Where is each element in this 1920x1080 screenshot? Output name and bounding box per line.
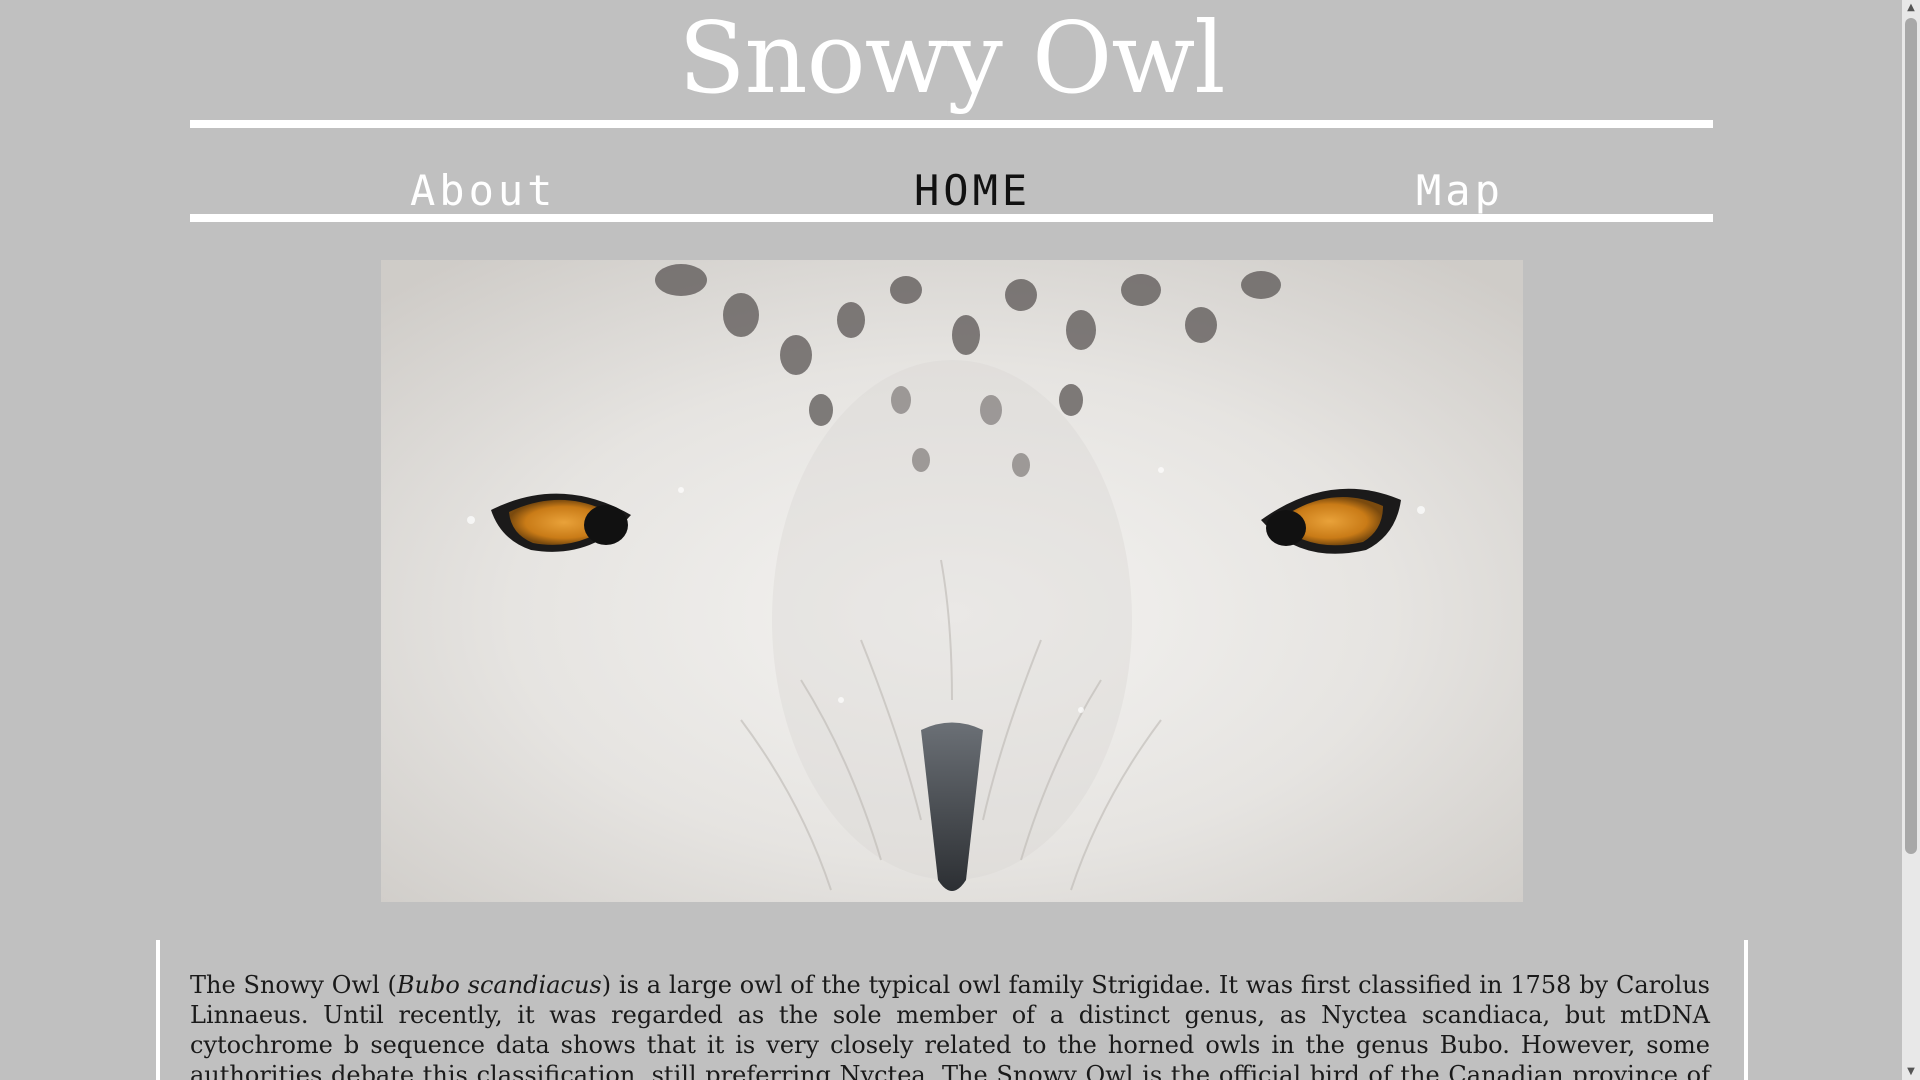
main-nav: About HOME Map bbox=[190, 128, 1713, 222]
intro-paragraph: The Snowy Owl (Bubo scandiacus) is a lar… bbox=[190, 970, 1710, 1080]
scroll-up-arrow-icon[interactable]: ▲ bbox=[1902, 0, 1920, 16]
site-header: Snowy Owl bbox=[190, 0, 1713, 128]
owl-face-illustration bbox=[381, 260, 1523, 902]
vertical-scrollbar[interactable]: ▲ ▼ bbox=[1902, 0, 1920, 1080]
scroll-down-arrow-icon[interactable]: ▼ bbox=[1902, 1064, 1920, 1080]
article-body: The Snowy Owl (Bubo scandiacus) is a lar… bbox=[156, 940, 1748, 1080]
site-title: Snowy Owl bbox=[678, 2, 1225, 116]
scrollbar-thumb[interactable] bbox=[1905, 18, 1917, 854]
species-name: Bubo scandiacus bbox=[396, 971, 602, 999]
hero-owl-image bbox=[381, 260, 1523, 902]
intro-text-start: The Snowy Owl ( bbox=[190, 971, 397, 999]
nav-link-about[interactable]: About bbox=[410, 166, 556, 215]
nav-link-home[interactable]: HOME bbox=[914, 166, 1031, 215]
page: Snowy Owl About HOME Map The Snowy Owl (… bbox=[0, 0, 1920, 1080]
nav-link-map[interactable]: Map bbox=[1416, 166, 1504, 215]
